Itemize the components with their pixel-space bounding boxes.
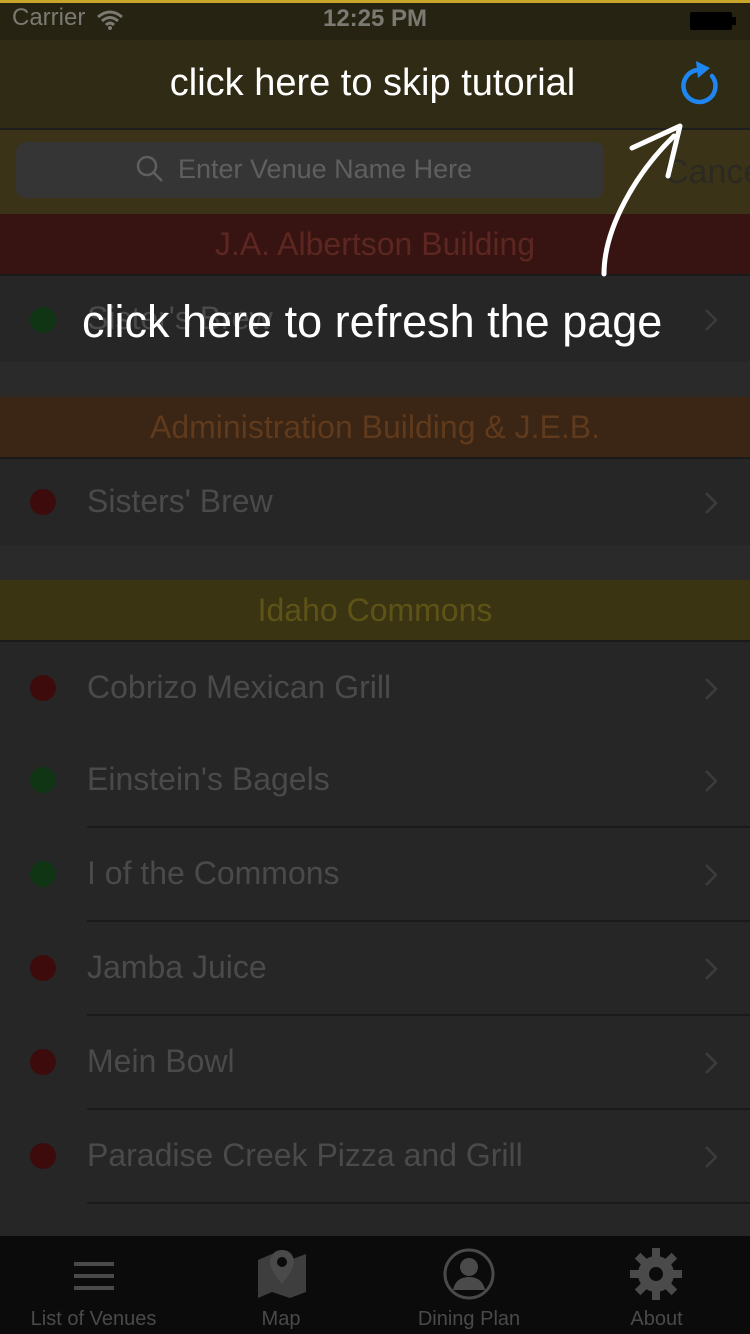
status-dot-closed — [30, 489, 56, 515]
map-icon — [258, 1250, 306, 1298]
battery-icon — [690, 12, 736, 30]
arrow-icon — [601, 123, 683, 277]
venue-row[interactable]: Paradise Creek Pizza and Grill — [0, 1110, 750, 1204]
list-icon — [74, 1262, 114, 1290]
section-gap — [0, 362, 750, 397]
tab-about[interactable]: About — [563, 1236, 750, 1334]
tab-label: Map — [261, 1308, 301, 1330]
status-dot-closed — [30, 675, 56, 701]
venue-name: Paradise Creek Pizza and Grill — [87, 1137, 523, 1173]
status-dot-open — [30, 307, 56, 333]
chevron-right-icon — [705, 309, 718, 331]
venue-name: Jamba Juice — [87, 949, 267, 985]
chevron-right-icon — [705, 770, 718, 792]
venue-name: Einstein's Bagels — [87, 761, 330, 797]
status-dot-open — [30, 767, 56, 793]
status-dot-closed — [30, 1143, 56, 1169]
chevron-right-icon — [705, 1052, 718, 1074]
status-dot-closed — [30, 955, 56, 981]
tab-dining-plan[interactable]: Dining Plan — [375, 1236, 563, 1334]
venue-name: Mein Bowl — [87, 1043, 235, 1079]
person-icon — [443, 1248, 495, 1300]
venue-row[interactable]: Einstein's Bagels — [0, 734, 750, 828]
venue-name: I of the Commons — [87, 855, 340, 891]
search-icon — [136, 155, 163, 182]
status-dot-open — [30, 861, 56, 887]
section-gap — [0, 545, 750, 580]
search-placeholder: Enter Venue Name Here — [178, 154, 473, 184]
list-spacer — [0, 1204, 750, 1236]
tab-label: Dining Plan — [417, 1308, 521, 1330]
venue-name: Sisters' Brew — [87, 483, 273, 519]
chevron-right-icon — [705, 864, 718, 886]
venue-row[interactable]: Jamba Juice — [0, 922, 750, 1016]
venue-row[interactable]: I of the Commons — [0, 828, 750, 922]
venue-row[interactable]: Cobrizo Mexican Grill — [0, 640, 750, 736]
tab-list-of-venues[interactable]: List of Venues — [0, 1236, 187, 1334]
refresh-icon[interactable] — [676, 58, 724, 110]
section-header-idaho-commons: Idaho Commons — [0, 580, 750, 640]
tab-map[interactable]: Map — [187, 1236, 375, 1334]
chevron-right-icon — [705, 958, 718, 980]
chevron-right-icon — [705, 1146, 718, 1168]
skip-tutorial-button[interactable]: click here to skip tutorial — [0, 62, 745, 105]
section-header-administration: Administration Building & J.E.B. — [0, 397, 750, 457]
gear-icon — [630, 1248, 682, 1300]
venue-row[interactable]: Sisters' Brew — [0, 457, 750, 547]
venue-row[interactable]: Mein Bowl — [0, 1016, 750, 1110]
tab-bar: List of Venues Map Dining Plan About — [0, 1236, 750, 1334]
tab-label: List of Venues — [30, 1308, 157, 1330]
status-time: 12:25 PM — [322, 5, 428, 32]
status-dot-closed — [30, 1049, 56, 1075]
chevron-right-icon — [705, 492, 718, 514]
venue-name: Cobrizo Mexican Grill — [87, 669, 392, 705]
tab-label: About — [630, 1308, 683, 1330]
chevron-right-icon — [705, 678, 718, 700]
refresh-hint-text: click here to refresh the page — [82, 296, 663, 347]
